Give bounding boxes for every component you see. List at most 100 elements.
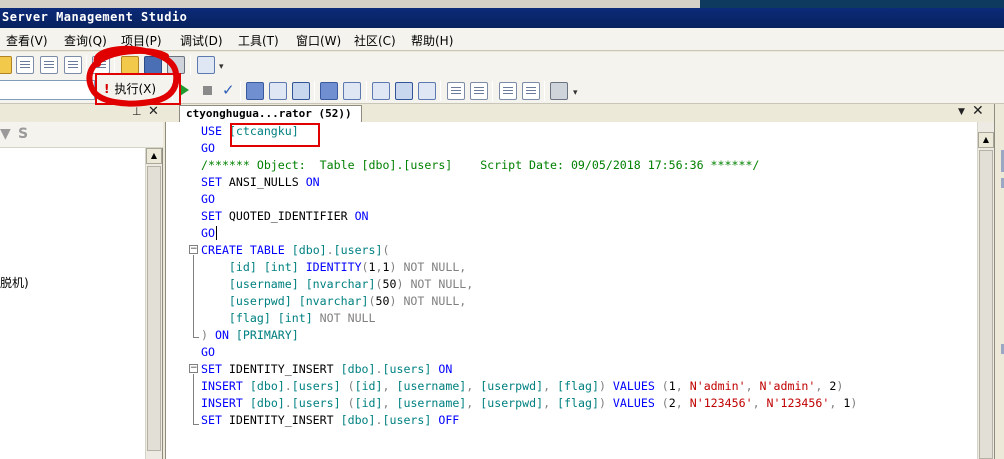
scrollbar[interactable]: ▲ (145, 148, 162, 459)
menu-tools[interactable]: 工具(T) (238, 32, 279, 49)
code-token: . (375, 413, 383, 427)
new-dmx-query-icon[interactable] (40, 56, 58, 74)
code-token: N'123456' (766, 396, 830, 410)
toolbar-separator (544, 81, 545, 101)
code-token: ) (598, 396, 613, 410)
code-line: GO​ (201, 225, 217, 242)
code-token: ) (389, 294, 404, 308)
collapse-toggle-icon[interactable]: − (189, 364, 198, 373)
code-token: N'admin' (689, 379, 746, 393)
results-to-text-icon[interactable] (269, 82, 287, 100)
code-line: ) ON [PRIMARY] (201, 327, 299, 344)
parse-icon[interactable] (246, 82, 264, 100)
parse-check-icon[interactable]: ✓ (222, 81, 235, 99)
code-token: VALUES (612, 396, 662, 410)
results-to-grid-icon[interactable] (292, 82, 310, 100)
refresh-icon[interactable]: S (18, 126, 28, 142)
client-statistics-icon[interactable] (395, 82, 413, 100)
collapse-toggle-icon[interactable]: − (189, 245, 198, 254)
code-token: ) (201, 328, 215, 342)
code-token: , (466, 277, 474, 291)
display-plan-icon[interactable] (320, 82, 338, 100)
text-cursor: ​ (215, 226, 217, 240)
toolbar-separator (440, 81, 441, 101)
code-token: GO (201, 141, 215, 155)
code-token: QUOTED_IDENTIFIER (228, 209, 355, 223)
code-token: ( (661, 379, 669, 393)
uncomment-icon[interactable] (470, 82, 488, 100)
code-token: ( (347, 379, 355, 393)
toolbar-separator (240, 81, 241, 101)
editor-scrollbar[interactable]: ▲ (977, 122, 994, 459)
code-token: , (745, 379, 760, 393)
code-token: ( (382, 243, 390, 257)
cancel-query-icon[interactable] (203, 86, 212, 95)
comment-icon[interactable] (447, 82, 465, 100)
code-token: , (675, 379, 690, 393)
code-token: SET (201, 362, 229, 376)
menu-help[interactable]: 帮助(H) (411, 32, 453, 49)
new-mdx-query-icon[interactable] (16, 56, 34, 74)
increase-indent-icon[interactable] (522, 82, 540, 100)
tab-dropdown-icon[interactable]: ▼ (958, 107, 965, 117)
code-token: . (284, 396, 292, 410)
annotation-stroke (86, 45, 180, 107)
code-token: ( (375, 277, 383, 291)
code-token: GO (201, 192, 215, 206)
code-token: , (459, 260, 467, 274)
code-token: [flag] (557, 396, 599, 410)
code-token: . (375, 362, 383, 376)
code-token: , (543, 396, 558, 410)
scroll-thumb[interactable] (147, 166, 161, 451)
code-token: [dbo] (340, 413, 376, 427)
query-options-icon[interactable] (343, 82, 361, 100)
code-token: [users] (382, 413, 439, 427)
toolbar-separator (492, 81, 493, 101)
query-tab[interactable]: ctyonghugua...rator (52)) (179, 105, 362, 122)
include-plan-icon[interactable] (372, 82, 390, 100)
code-token: NOT NULL (410, 277, 467, 291)
code-token: , (466, 379, 481, 393)
scroll-thumb[interactable] (979, 150, 993, 459)
code-token: CREATE TABLE (201, 243, 292, 257)
code-token: NOT NULL (403, 294, 460, 308)
code-line: SET IDENTITY_INSERT [dbo].[users] OFF (201, 412, 459, 429)
scroll-up-icon[interactable]: ▲ (978, 132, 994, 148)
code-token: ) (850, 396, 858, 410)
filter-icon[interactable]: ▼ (0, 126, 11, 142)
code-token: IDENTITY_INSERT (228, 413, 341, 427)
code-token: USE (201, 124, 229, 138)
specify-values-icon[interactable] (550, 82, 568, 100)
code-token: ( (361, 260, 369, 274)
code-token: . (326, 243, 334, 257)
code-token: [PRIMARY] (235, 328, 299, 342)
close-icon[interactable]: ✕ (972, 103, 984, 119)
menu-community[interactable]: 社区(C) (354, 32, 396, 49)
annotation-scribble (86, 45, 180, 107)
code-line: [username] [nvarchar](50) NOT NULL, (201, 276, 473, 293)
code-token: ) (836, 379, 844, 393)
code-token: NOT NULL (403, 260, 460, 274)
code-token: , (375, 260, 383, 274)
code-line: [flag] [int] NOT NULL (201, 310, 376, 327)
code-line: /****** Object: Table [dbo].[users] Scri… (201, 157, 759, 174)
code-token: [userpwd] (480, 379, 544, 393)
code-token: . (284, 379, 292, 393)
code-token: , (675, 396, 690, 410)
decrease-indent-icon[interactable] (499, 82, 517, 100)
code-line: GO (201, 344, 215, 361)
code-token: ) (598, 379, 613, 393)
scroll-up-icon[interactable]: ▲ (146, 148, 162, 164)
menu-view[interactable]: 查看(V) (6, 32, 48, 49)
tree-node-server[interactable]: 脱机) (0, 274, 29, 291)
folder-icon[interactable] (0, 56, 12, 74)
code-line: GO (201, 191, 215, 208)
code-token: ( (368, 294, 376, 308)
code-token: INSERT (201, 379, 250, 393)
code-token: VALUES (612, 379, 662, 393)
results-to-file-icon[interactable] (418, 82, 436, 100)
code-token: 50 (382, 277, 397, 291)
menu-window[interactable]: 窗口(W) (296, 32, 341, 49)
code-line: SET QUOTED_IDENTIFIER ON (201, 208, 369, 225)
